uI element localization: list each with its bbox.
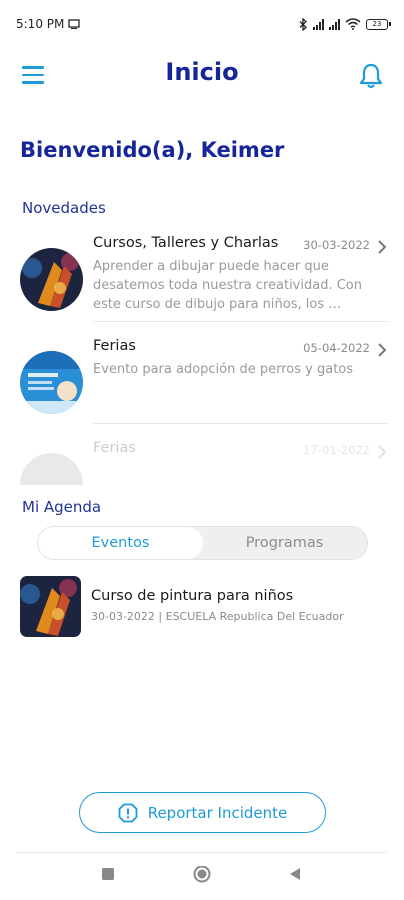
agenda-section-label: Mi Agenda [22, 498, 102, 516]
agenda-item[interactable]: Curso de pintura para niños 30-03-2022 |… [20, 576, 390, 640]
status-right: 23 [299, 17, 391, 31]
back-icon[interactable] [287, 866, 303, 882]
news-item[interactable]: Cursos, Talleres y Charlas 30-03-2022 Ap… [20, 235, 390, 335]
chevron-right-icon [378, 240, 387, 254]
news-date: 05-04-2022 [303, 341, 370, 355]
news-item[interactable]: Ferias 17-01-2022 [20, 440, 390, 485]
welcome-message: Bienvenido(a), Keimer [20, 138, 285, 162]
news-description: Evento para adopción de perros y gatos [93, 362, 354, 377]
signal-icon [329, 18, 340, 30]
news-description: Aprender a dibujar puede hacer que desat… [93, 259, 362, 312]
nav-divider [16, 852, 388, 853]
news-title: Ferias [93, 440, 136, 456]
battery-level: 23 [372, 19, 382, 28]
news-thumbnail [20, 453, 83, 485]
divider [93, 423, 388, 424]
bluetooth-icon [299, 17, 307, 31]
chevron-right-icon [378, 343, 387, 357]
tab-programas[interactable]: Programas [202, 527, 367, 559]
agenda-title: Curso de pintura para niños [91, 588, 294, 604]
agenda-tabs: Eventos Programas [37, 526, 368, 560]
screen-icon [68, 19, 81, 29]
status-left: 5:10 PM [16, 17, 81, 31]
news-title: Cursos, Talleres y Charlas [93, 235, 279, 251]
news-section-label: Novedades [22, 199, 106, 217]
page-title: Inicio [165, 58, 239, 86]
news-date: 17-01-2022 [303, 443, 370, 457]
status-bar: 5:10 PM 23 [0, 0, 404, 48]
agenda-subtitle: 30-03-2022 | ESCUELA Republica Del Ecuad… [91, 610, 344, 623]
bell-icon[interactable] [358, 62, 384, 90]
signal-icon [313, 18, 324, 30]
wifi-icon [345, 18, 361, 30]
news-thumbnail [20, 351, 83, 414]
agenda-thumbnail [20, 576, 81, 637]
chevron-right-icon [378, 445, 387, 459]
news-thumbnail [20, 248, 83, 311]
news-date: 30-03-2022 [303, 238, 370, 252]
home-icon[interactable] [192, 866, 212, 886]
report-incident-label: Reportar Incidente [147, 803, 288, 822]
alert-octagon-icon [118, 803, 138, 822]
status-time: 5:10 PM [16, 17, 65, 31]
divider [93, 321, 388, 322]
app-bar: Inicio [0, 52, 404, 102]
battery-icon: 23 [366, 18, 391, 30]
system-nav-bar [0, 858, 404, 896]
tab-eventos[interactable]: Eventos [38, 527, 203, 559]
recent-apps-icon[interactable] [100, 866, 116, 882]
report-incident-button[interactable]: Reportar Incidente [79, 792, 326, 833]
news-title: Ferias [93, 338, 136, 354]
